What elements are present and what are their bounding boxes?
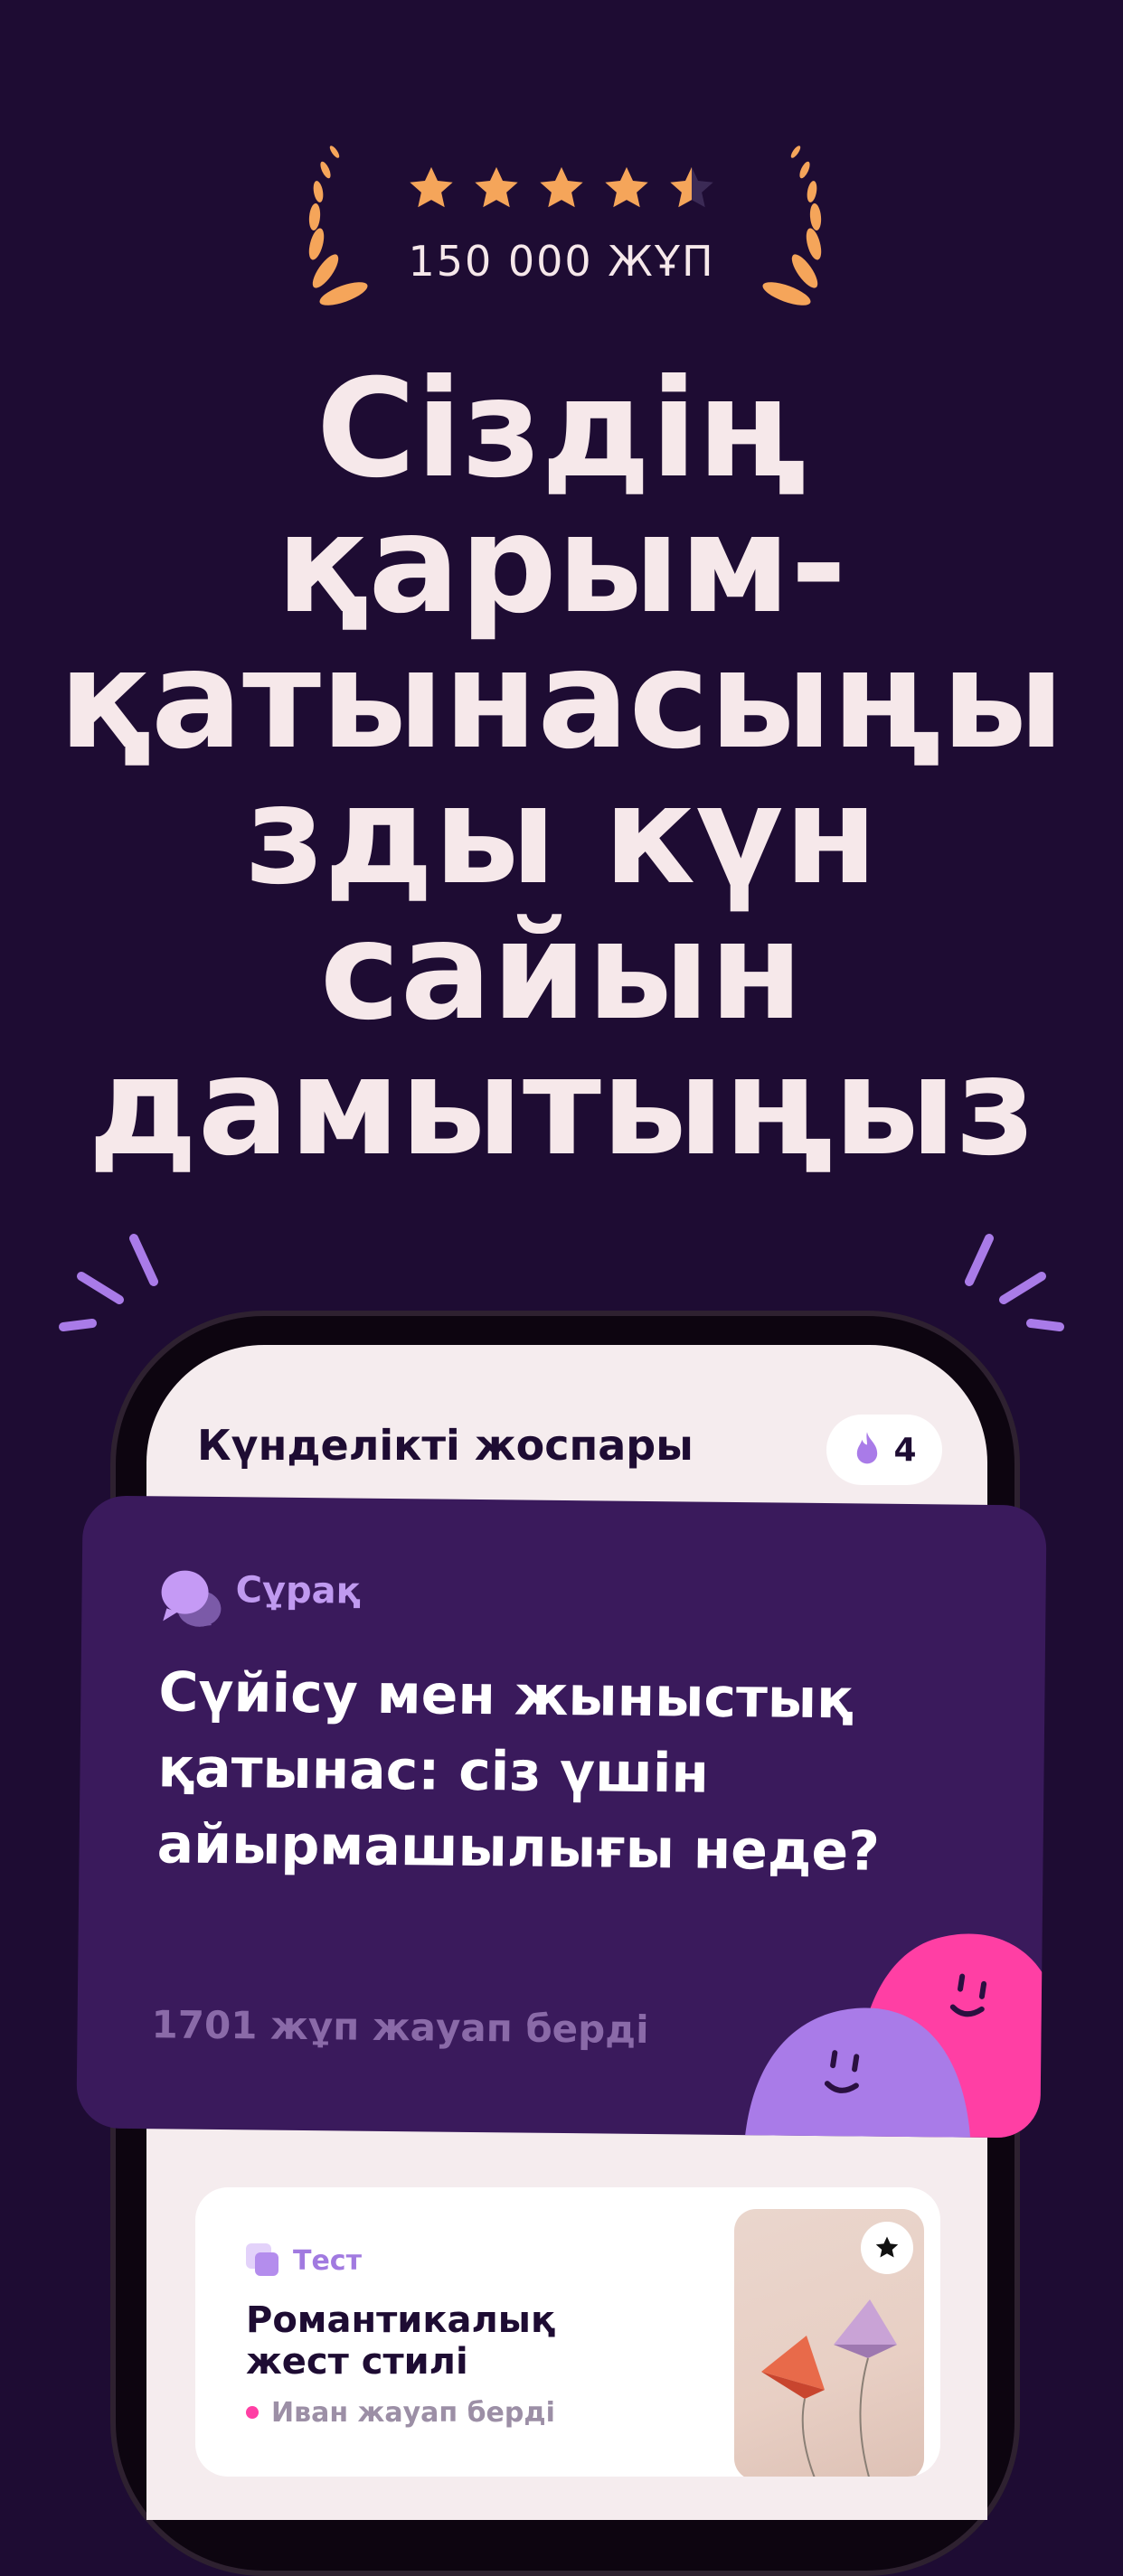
headline-line: Сіздің: [316, 351, 807, 508]
star-icon: [605, 166, 648, 208]
blob-characters-icon: [743, 1933, 1047, 2139]
sparkle-right-icon: [965, 1234, 1064, 1331]
headline-line: дамытыңыз: [88, 1029, 1035, 1186]
laurel-right-icon: [762, 146, 822, 306]
question-text: Сүйісу мен жыныстық қатынас: сіз үшін ай…: [156, 1660, 881, 1884]
flame-icon: [857, 1432, 878, 1464]
star-icon: [875, 2236, 899, 2258]
streak-count: 4: [893, 1431, 917, 1469]
half-star-icon: [670, 166, 713, 208]
rating-count: 150 000 ЖҰП: [408, 237, 715, 286]
headline-line: сайын: [319, 893, 804, 1050]
star-icon: [540, 166, 583, 208]
star-icon: [475, 166, 518, 208]
laurel-left-icon: [308, 146, 368, 306]
rating-stars: [405, 163, 722, 217]
answered-count: 1701 жұп жауап берді: [151, 2002, 649, 2053]
headline: Сіздің қарым- қатынасыңы зды күн сайын д…: [36, 362, 1087, 1175]
question-label: Сұрақ: [235, 1569, 362, 1612]
headline-line: қатынасыңы: [59, 622, 1064, 779]
chat-bubble-icon: [161, 1570, 222, 1627]
headline-line: қарым-: [276, 486, 847, 644]
quiz-answer-status: Иван жауап берді: [246, 2397, 555, 2429]
quiz-tag: Тест: [293, 2245, 362, 2277]
streak-badge[interactable]: 4: [826, 1415, 942, 1485]
question-card[interactable]: Сұрақ Сүйісу мен жыныстық қатынас: сіз ү…: [76, 1495, 1047, 2139]
quiz-icon: [246, 2243, 278, 2276]
quiz-card[interactable]: Тест Романтикалық жест стилі Иван жауап …: [195, 2187, 940, 2477]
quiz-title: Романтикалық жест стилі: [246, 2299, 556, 2383]
headline-line: зды күн: [245, 757, 878, 915]
favorite-button[interactable]: [861, 2222, 913, 2274]
sparkle-left-icon: [59, 1234, 158, 1331]
daily-plan-title: Күнделікті жоспары: [197, 1421, 694, 1470]
quiz-answer-text: Иван жауап берді: [271, 2397, 555, 2429]
star-icon: [410, 166, 453, 208]
